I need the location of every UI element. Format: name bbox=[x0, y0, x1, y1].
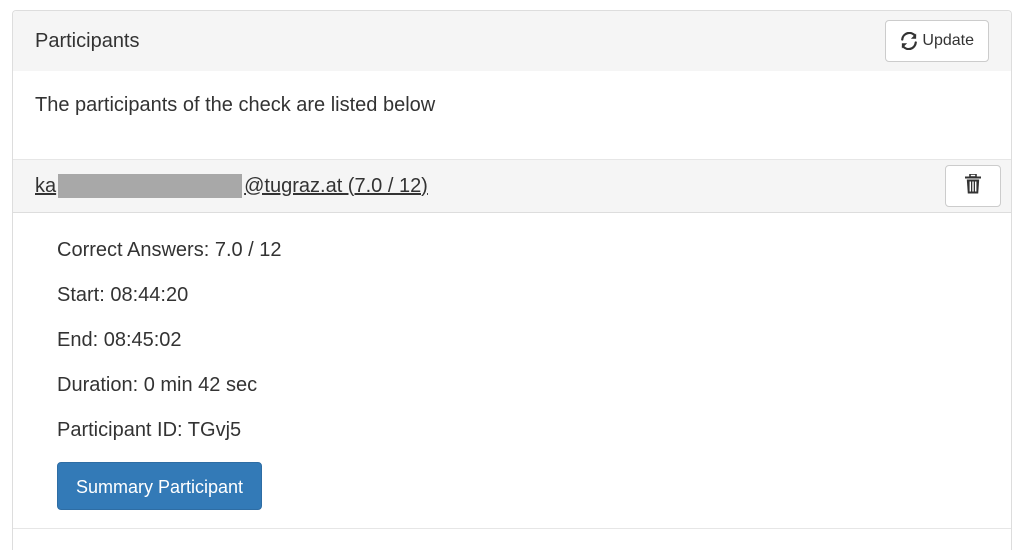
panel-title: Participants bbox=[35, 29, 140, 52]
email-suffix: @tugraz.at (7.0 / 12) bbox=[244, 174, 428, 197]
divider bbox=[13, 528, 1011, 529]
panel-heading: Participants Update bbox=[13, 11, 1011, 71]
participant-details: Correct Answers: 7.0 / 12 Start: 08:44:2… bbox=[13, 213, 1011, 510]
participant-email-link[interactable]: ka @tugraz.at (7.0 / 12) bbox=[35, 174, 428, 198]
update-button[interactable]: Update bbox=[885, 20, 989, 62]
panel-description: The participants of the check are listed… bbox=[35, 94, 436, 116]
refresh-icon bbox=[900, 32, 918, 50]
summary-participant-button[interactable]: Summary Participant bbox=[57, 462, 263, 510]
delete-participant-button[interactable] bbox=[945, 165, 1001, 207]
update-button-label: Update bbox=[922, 32, 974, 49]
participant-id: Participant ID: TGvj5 bbox=[57, 419, 242, 441]
participants-panel: Participants Update The participants of … bbox=[12, 10, 1012, 550]
email-prefix: ka bbox=[35, 174, 57, 197]
start-time: Start: 08:44:20 bbox=[57, 284, 189, 306]
correct-answers: Correct Answers: 7.0 / 12 bbox=[57, 239, 282, 261]
participant-heading: ka @tugraz.at (7.0 / 12) bbox=[13, 159, 1011, 213]
duration: Duration: 0 min 42 sec bbox=[57, 374, 258, 396]
redacted-email-block bbox=[58, 174, 243, 198]
trash-icon bbox=[965, 172, 981, 199]
end-time: End: 08:45:02 bbox=[57, 329, 182, 351]
